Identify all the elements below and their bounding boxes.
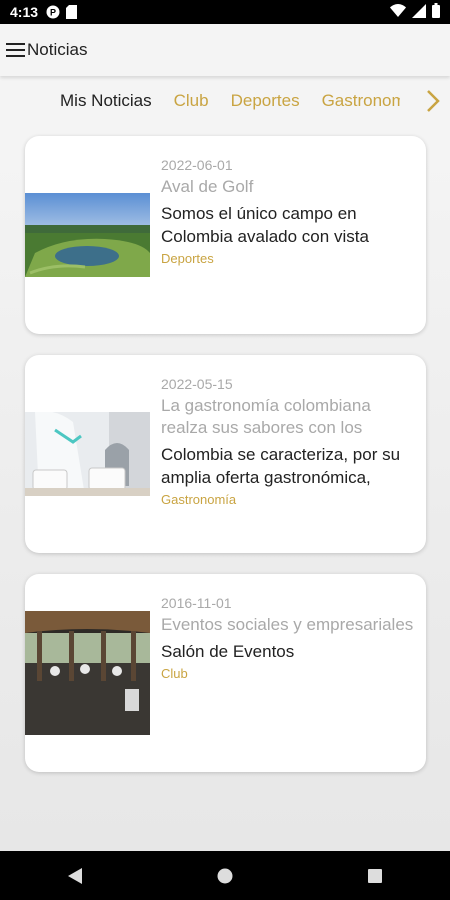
page-title: Noticias: [27, 40, 88, 59]
tab-mis-noticias[interactable]: Mis Noticias: [60, 91, 152, 111]
sd-card-icon: [66, 5, 78, 19]
news-card[interactable]: 2022-05-15 La gastronomía colombiana rea…: [25, 355, 426, 553]
status-bar: 4:13 P: [0, 0, 450, 24]
news-card[interactable]: 2016-11-01 Eventos sociales y empresaria…: [25, 574, 426, 772]
app-bar: Noticias: [0, 24, 450, 76]
news-card-body: 2016-11-01 Eventos sociales y empresaria…: [161, 594, 419, 681]
tab-track: Mis Noticias Club Deportes Gastronomía: [60, 91, 400, 111]
news-summary: Somos el único campo en Colombia avalado…: [161, 204, 369, 246]
events-hall-image: [25, 611, 150, 735]
news-date: 2022-06-01: [161, 157, 233, 173]
back-icon[interactable]: [55, 856, 95, 896]
news-card-body: 2022-05-15 La gastronomía colombiana rea…: [161, 375, 419, 507]
system-nav-bar: [0, 851, 450, 900]
wifi-icon: [390, 4, 406, 20]
news-category: Gastronomía: [161, 492, 237, 507]
category-tabs: Mis Noticias Club Deportes Gastronomía: [0, 78, 450, 124]
chevron-right-icon[interactable]: [422, 86, 444, 116]
news-headline: Eventos sociales y empresariales: [161, 615, 414, 634]
hamburger-menu-icon[interactable]: [4, 39, 26, 61]
news-headline: La gastronomía colombiana realza sus sab…: [161, 396, 371, 437]
notification-p-icon: P: [46, 5, 60, 19]
golf-course-image: [25, 193, 150, 277]
home-icon[interactable]: [205, 856, 245, 896]
news-date: 2022-05-15: [161, 376, 233, 392]
news-summary: Colombia se caracteriza, por su amplia o…: [161, 445, 401, 487]
news-headline: Aval de Golf: [161, 177, 254, 196]
svg-text:P: P: [50, 8, 56, 18]
news-card-body: 2022-06-01 Aval de Golf Somos el único c…: [161, 156, 419, 266]
battery-icon: [432, 3, 440, 21]
news-category: Club: [161, 666, 188, 681]
status-time: 4:13: [10, 4, 39, 20]
news-category: Deportes: [161, 251, 214, 266]
signal-icon: [412, 3, 426, 21]
news-date: 2016-11-01: [161, 595, 232, 611]
gastronomy-image: [25, 412, 150, 496]
tab-deportes[interactable]: Deportes: [231, 91, 300, 111]
recents-icon[interactable]: [355, 856, 395, 896]
news-summary: Salón de Eventos: [161, 642, 295, 661]
tab-club[interactable]: Club: [174, 91, 209, 111]
news-card[interactable]: 2022-06-01 Aval de Golf Somos el único c…: [25, 136, 426, 334]
tab-gastronomia[interactable]: Gastronomía: [322, 91, 400, 111]
